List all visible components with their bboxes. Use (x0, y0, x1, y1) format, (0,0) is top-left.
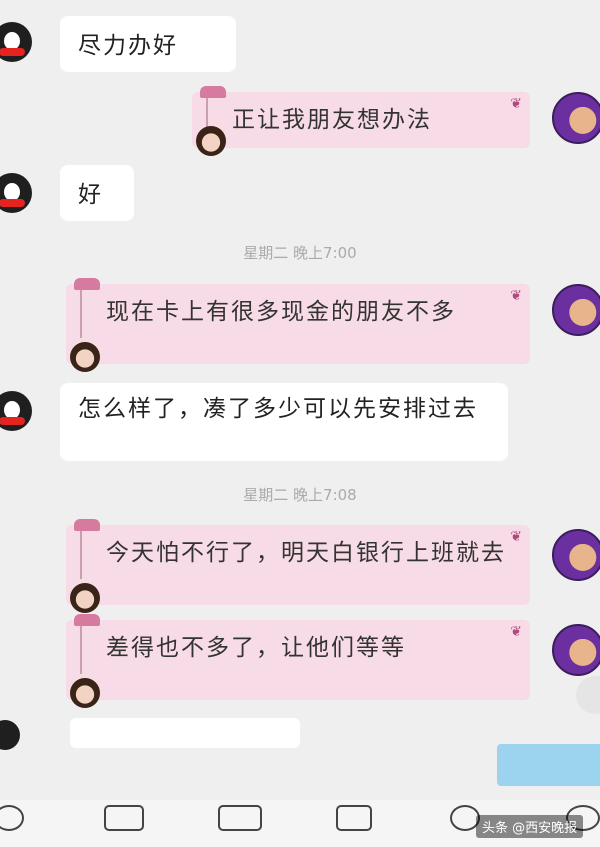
message-bubble-left[interactable]: 尽力办好 (60, 16, 236, 72)
bow-decoration-icon (74, 614, 100, 626)
girl-sticker-icon (70, 342, 100, 372)
stem-decoration-icon (80, 626, 82, 674)
anime-character-avatar-icon[interactable] (552, 92, 600, 144)
message-text: 正让我朋友想办法 (232, 107, 432, 133)
message-row: ❦ 差得也不多了，让他们等等 (0, 614, 600, 708)
message-bubble-right[interactable]: ❦ 现在卡上有很多现金的朋友不多 (66, 278, 530, 372)
message-row: 怎么样了，凑了多少可以先安排过去 (0, 383, 600, 463)
qq-penguin-avatar-icon[interactable] (0, 720, 20, 750)
bow-decoration-icon (74, 519, 100, 531)
butterfly-icon: ❦ (510, 624, 524, 640)
qq-penguin-avatar-icon[interactable] (0, 391, 32, 431)
message-row: ❦ 正让我朋友想办法 (0, 86, 600, 156)
girl-sticker-icon (70, 583, 100, 613)
message-bubble-right[interactable]: ❦ 今天怕不行了，明天白银行上班就去 (66, 519, 530, 613)
message-text: 今天怕不行了，明天白银行上班就去 (106, 540, 506, 566)
stem-decoration-icon (80, 531, 82, 579)
qq-penguin-avatar-icon[interactable] (0, 22, 32, 62)
girl-sticker-icon (196, 126, 226, 156)
message-row: 尽力办好 (0, 16, 600, 72)
bow-decoration-icon (74, 278, 100, 290)
anime-character-avatar-icon[interactable] (552, 624, 600, 676)
timestamp: 星期二 晚上7:00 (243, 244, 357, 262)
message-text: 好 (78, 182, 103, 208)
message-text: 怎么样了，凑了多少可以先安排过去 (78, 396, 478, 422)
message-row: 好 (0, 165, 600, 221)
watermark: 头条 @西安晚报 (476, 815, 584, 838)
message-bubble-left[interactable]: 怎么样了，凑了多少可以先安排过去 (60, 383, 508, 461)
scroll-down-icon[interactable] (576, 676, 600, 714)
butterfly-icon: ❦ (510, 288, 524, 304)
anime-character-avatar-icon[interactable] (552, 284, 600, 336)
message-row: ❦ 现在卡上有很多现金的朋友不多 (0, 278, 600, 372)
message-row: ❦ 今天怕不行了，明天白银行上班就去 (0, 519, 600, 613)
bow-decoration-icon (200, 86, 226, 98)
butterfly-icon: ❦ (510, 96, 524, 112)
message-bubble-right[interactable]: ❦ 差得也不多了，让他们等等 (66, 614, 530, 708)
send-button[interactable] (497, 744, 600, 786)
girl-sticker-icon (70, 678, 100, 708)
file-icon[interactable] (336, 805, 372, 831)
image-icon[interactable] (104, 805, 144, 831)
timestamp: 星期二 晚上7:08 (243, 486, 357, 504)
message-text: 现在卡上有很多现金的朋友不多 (106, 299, 456, 325)
message-bubble-left[interactable] (70, 718, 300, 748)
anime-character-avatar-icon[interactable] (552, 529, 600, 581)
camera-icon[interactable] (218, 805, 262, 831)
message-text: 尽力办好 (78, 33, 178, 59)
message-bubble-right[interactable]: ❦ 正让我朋友想办法 (192, 86, 530, 156)
butterfly-icon: ❦ (510, 529, 524, 545)
message-text: 差得也不多了，让他们等等 (106, 635, 406, 661)
message-bubble-left[interactable]: 好 (60, 165, 134, 221)
qq-penguin-avatar-icon[interactable] (0, 173, 32, 213)
stem-decoration-icon (80, 290, 82, 338)
